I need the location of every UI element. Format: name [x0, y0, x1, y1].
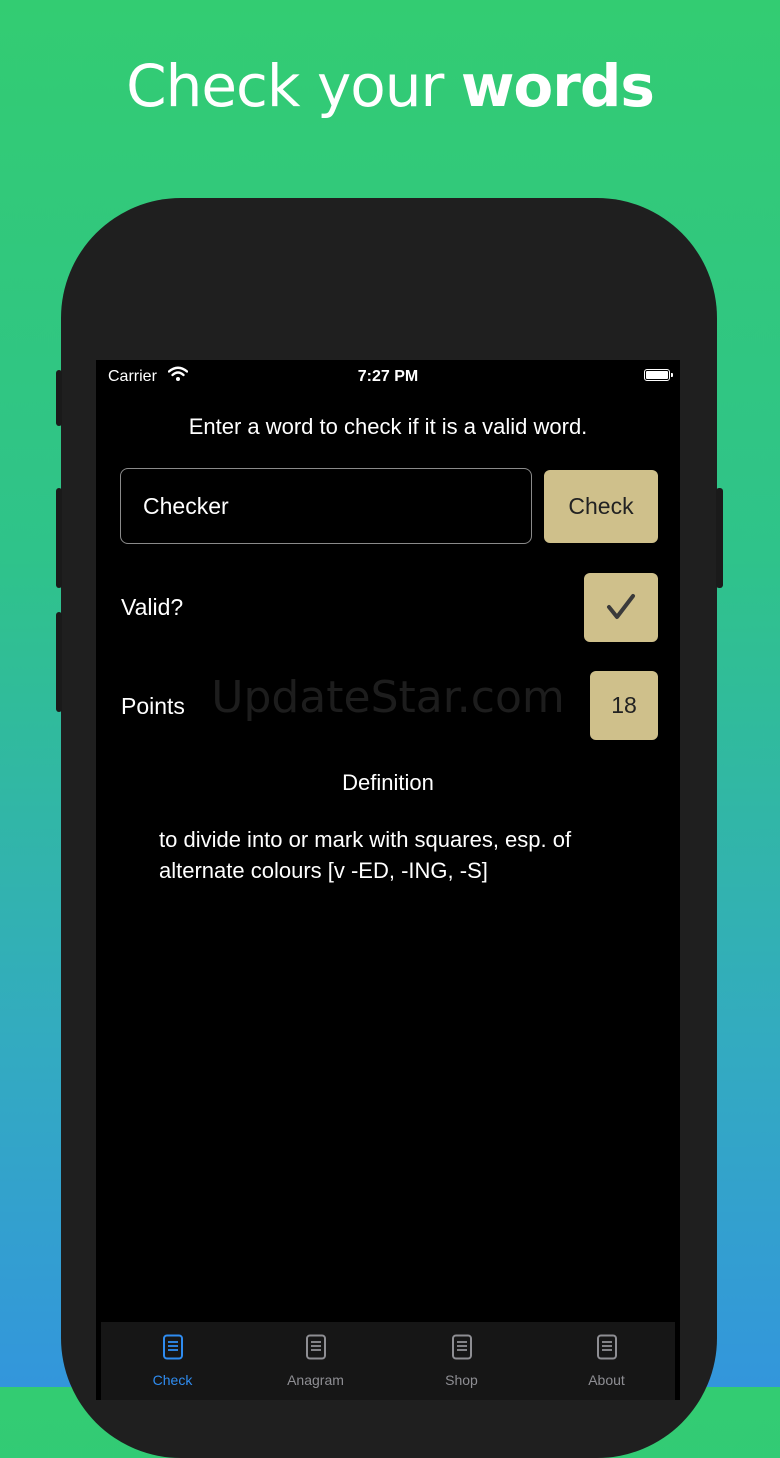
document-icon	[306, 1334, 326, 1360]
promo-headline: Check your words	[0, 52, 780, 120]
instruction-text: Enter a word to check if it is a valid w…	[188, 414, 588, 439]
points-value: 18	[590, 671, 658, 740]
tab-check[interactable]: Check	[101, 1322, 244, 1400]
tab-bar: Check Anagram Shop About	[101, 1322, 675, 1400]
phone-mute-switch	[56, 370, 62, 426]
phone-volume-up	[56, 488, 62, 588]
check-button[interactable]: Check	[544, 470, 658, 543]
tab-anagram[interactable]: Anagram	[244, 1322, 387, 1400]
document-icon	[597, 1334, 617, 1360]
definition-title: Definition	[342, 770, 434, 795]
points-label: Points	[121, 693, 185, 719]
tab-label: Shop	[445, 1372, 478, 1388]
phone-power-button	[716, 488, 723, 588]
battery-icon	[644, 369, 673, 381]
valid-result-box	[584, 573, 658, 642]
tab-about[interactable]: About	[535, 1322, 678, 1400]
valid-label: Valid?	[121, 594, 184, 620]
tab-label: Check	[152, 1372, 193, 1388]
phone-volume-down	[56, 612, 62, 712]
app-screen: Carrier 7:27 PM Enter a word to check if…	[96, 360, 680, 1400]
document-icon	[452, 1334, 472, 1360]
tab-shop[interactable]: Shop	[390, 1322, 533, 1400]
word-input[interactable]	[120, 468, 532, 544]
tab-label: About	[588, 1372, 625, 1388]
status-bar: Carrier 7:27 PM	[96, 360, 680, 392]
checkmark-icon	[607, 594, 635, 619]
headline-regular: Check your	[126, 52, 461, 120]
definition-text: to divide into or mark with squares, esp…	[159, 827, 572, 883]
status-time: 7:27 PM	[357, 368, 419, 385]
headline-bold: words	[460, 52, 655, 120]
document-icon	[163, 1334, 183, 1360]
tab-label: Anagram	[287, 1372, 344, 1388]
